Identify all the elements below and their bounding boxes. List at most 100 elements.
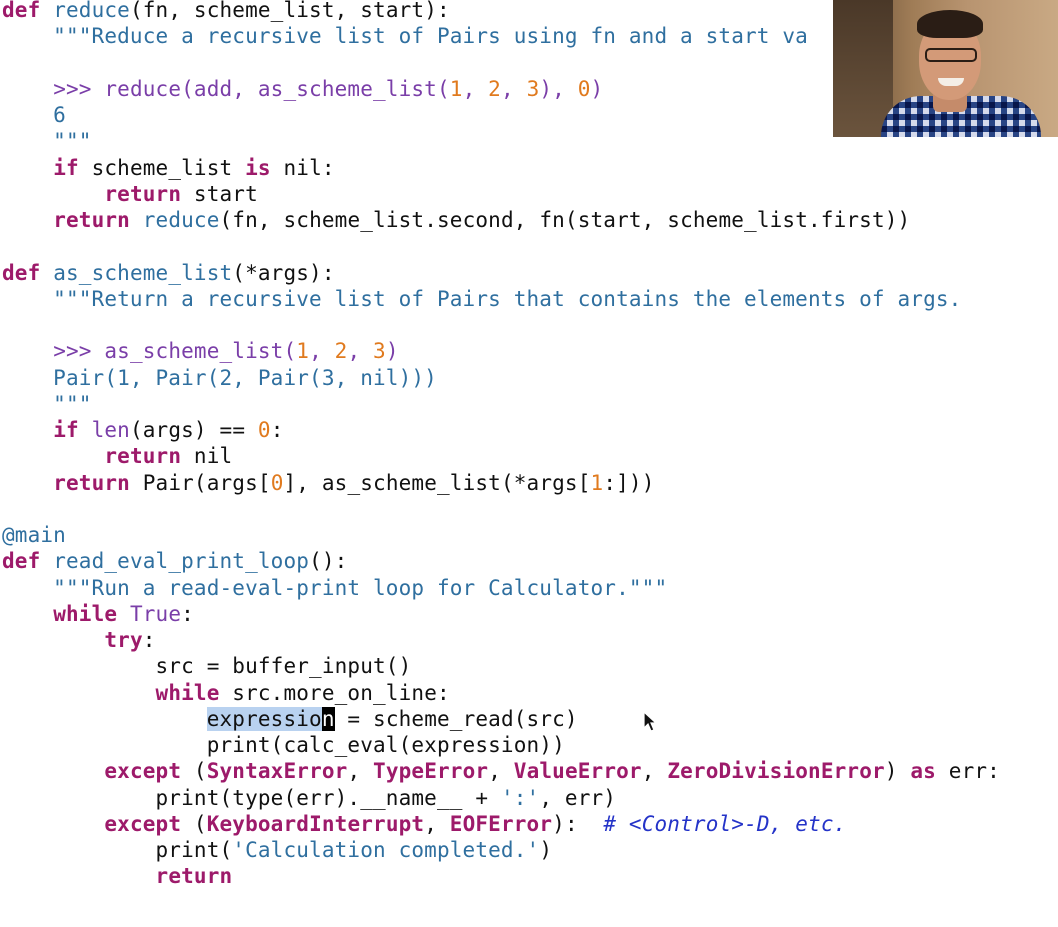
token-number: 3: [526, 76, 540, 101]
webcam-door: [833, 0, 893, 137]
token-exception: TypeError: [373, 759, 489, 784]
text-selection[interactable]: expressio: [206, 706, 322, 731]
token-docstring: """: [2, 129, 92, 154]
token-text: ): [884, 759, 911, 784]
token-doctest: ): [590, 76, 604, 101]
token-number: 0: [577, 76, 591, 101]
token-number: 1: [449, 76, 463, 101]
code-line: src = buffer_input(): [2, 653, 1058, 679]
code-line-current[interactable]: expression = scheme_read(src): [2, 706, 1058, 732]
token-text: print(: [2, 838, 233, 862]
token-function-name: reduce: [142, 208, 220, 232]
code-line: except (KeyboardInterrupt, EOFError): # …: [2, 811, 1058, 837]
token-text: (fn, scheme_list, start):: [129, 0, 450, 22]
token-keyword: as: [910, 759, 936, 784]
token-keyword: return: [53, 208, 130, 232]
webcam-presenter-hair: [917, 10, 983, 38]
token-doctest: ,: [309, 339, 335, 364]
webcam-presenter-smile: [938, 78, 964, 86]
token-keyword: return: [104, 181, 182, 206]
code-line: """Run a read-eval-print loop for Calcul…: [2, 575, 1058, 601]
code-line: try:: [2, 627, 1058, 653]
token-text: :: [181, 601, 194, 626]
token-number: 0: [257, 418, 271, 442]
token-doctest: >>> as_scheme_list(: [53, 339, 297, 364]
token-doctest: ),: [539, 76, 578, 101]
token-keyword: try: [104, 628, 143, 652]
token-text: = scheme_read(src): [334, 706, 578, 731]
token-keyword: is: [245, 155, 271, 180]
token-keyword: except: [104, 811, 182, 836]
token-text: ,: [641, 759, 668, 784]
code-line: """Return a recursive list of Pairs that…: [2, 286, 1058, 312]
code-line: while True:: [2, 601, 1058, 627]
token-text: (args) ==: [129, 418, 258, 442]
token-text: ): [539, 838, 553, 862]
code-line: return nil: [2, 443, 1058, 469]
token-text: src.more_on_line:: [219, 680, 450, 705]
token-keyword: except: [104, 759, 182, 784]
token-string: 'Calculation completed.': [232, 838, 540, 862]
code-line: return reduce(fn, scheme_list.second, fn…: [2, 207, 1058, 233]
token-keyword: if: [53, 155, 79, 180]
code-line: if scheme_list is nil:: [2, 155, 1058, 181]
code-line: return start: [2, 181, 1058, 207]
token-doctest: ,: [500, 76, 527, 101]
token-number: 1: [296, 339, 310, 364]
token-text: start: [181, 181, 258, 206]
token-keyword: def: [2, 549, 41, 574]
token-decorator: @main: [2, 523, 66, 547]
token-text: err:: [935, 759, 1000, 784]
code-line: return Pair(args[0], as_scheme_list(*arg…: [2, 470, 1058, 496]
token-exception: SyntaxError: [206, 759, 348, 784]
token-text: ,: [347, 759, 374, 784]
code-line: >>> as_scheme_list(1, 2, 3): [2, 338, 1058, 364]
token-text: Pair(args[: [129, 470, 271, 495]
token-text: ,: [488, 759, 514, 784]
token-text: :: [142, 628, 156, 652]
code-line: def read_eval_print_loop():: [2, 548, 1058, 574]
token-function-name: reduce: [53, 0, 130, 22]
token-keyword: while: [155, 680, 220, 705]
text-caret[interactable]: n: [321, 706, 335, 731]
token-text: ):: [552, 811, 604, 836]
token-keyword: if: [53, 418, 79, 442]
code-line: """: [2, 391, 1058, 417]
token-text: print(type(err).__name__ +: [2, 785, 501, 810]
token-doctest: >>> reduce(add, as_scheme_list(: [53, 76, 450, 101]
token-doctest-output: Pair(1, Pair(2, Pair(3, nil))): [2, 365, 437, 390]
token-number: 1: [590, 470, 604, 495]
token-text: , err): [539, 785, 617, 810]
token-number: 2: [488, 76, 501, 101]
code-line: print('Calculation completed.'): [2, 837, 1058, 863]
token-builtin: True: [129, 601, 182, 626]
token-text: src = buffer_input(): [2, 654, 412, 679]
token-text: ], as_scheme_list(*args[: [283, 470, 591, 495]
code-line: print(type(err).__name__ + ':', err): [2, 785, 1058, 811]
token-keyword: return: [53, 470, 130, 495]
token-doctest: ,: [462, 76, 489, 101]
token-doctest-output: 6: [2, 103, 66, 127]
code-line: def as_scheme_list(*args):: [2, 260, 1058, 286]
code-line: return: [2, 863, 1058, 889]
token-builtin: len: [91, 418, 130, 442]
token-exception: KeyboardInterrupt: [206, 811, 425, 836]
